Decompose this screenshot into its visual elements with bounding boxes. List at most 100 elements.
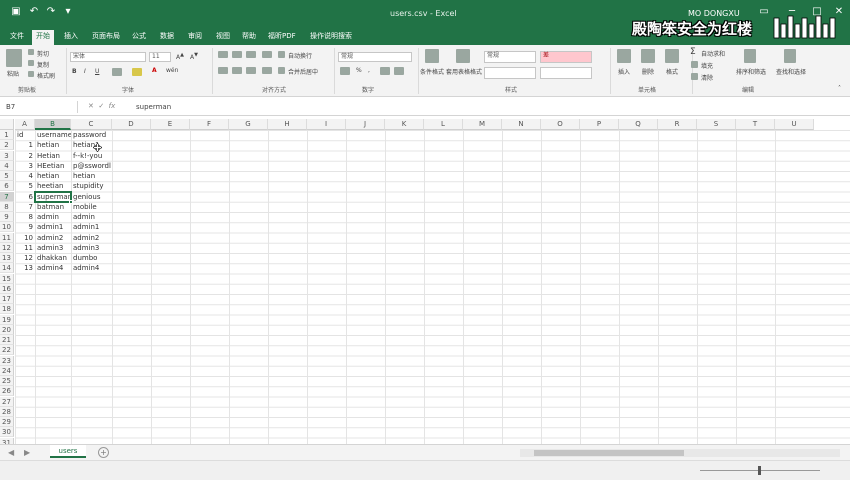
merge-center-button[interactable]: 合并后居中 <box>288 67 318 76</box>
column-header-c[interactable]: C <box>71 119 112 130</box>
currency-icon[interactable] <box>340 67 350 75</box>
cell-username[interactable]: admin3 <box>35 243 71 253</box>
table-format-icon[interactable] <box>456 49 470 63</box>
style-neutral[interactable] <box>484 67 536 79</box>
wrap-text-icon[interactable] <box>278 51 285 58</box>
column-header-d[interactable]: D <box>112 119 151 130</box>
tab-0[interactable]: 文件 <box>6 30 28 45</box>
row-header[interactable]: 19 <box>0 314 14 325</box>
tab-6[interactable]: 审阅 <box>184 30 206 45</box>
ribbon-display-icon[interactable]: ▭ <box>755 5 773 19</box>
row-header[interactable]: 27 <box>0 396 14 407</box>
row-header[interactable]: 16 <box>0 283 14 294</box>
name-box[interactable]: B7 <box>2 101 78 113</box>
user-name[interactable]: MO DONGXU <box>688 9 740 18</box>
sheet-tab-users[interactable]: users <box>50 445 86 458</box>
cell-password[interactable]: admin3 <box>71 243 112 253</box>
column-header-m[interactable]: M <box>463 119 502 130</box>
cell-id[interactable]: 12 <box>15 253 35 263</box>
cell-username[interactable]: admin4 <box>35 263 71 273</box>
column-header-f[interactable]: F <box>190 119 229 130</box>
cell-area[interactable]: id username password 1 hetian hetian1 2 Hetian f… <box>15 130 850 444</box>
column-header-o[interactable]: O <box>541 119 580 130</box>
borders-icon[interactable] <box>112 68 122 76</box>
style-good[interactable] <box>540 67 592 79</box>
phonetic-icon[interactable]: wén <box>166 67 178 74</box>
cell-id[interactable]: 4 <box>15 171 35 181</box>
format-cells-button[interactable]: 格式 <box>666 67 678 76</box>
cell-password[interactable]: genious <box>71 192 112 202</box>
cell-password[interactable]: mobile <box>71 202 112 212</box>
cancel-icon[interactable]: ✕ <box>88 102 94 110</box>
align-middle-icon[interactable] <box>232 51 242 58</box>
row-header[interactable]: 20 <box>0 324 14 335</box>
row-header[interactable]: 26 <box>0 386 14 397</box>
column-header-a[interactable]: A <box>15 119 35 130</box>
cell-id[interactable]: 10 <box>15 233 35 243</box>
column-header-q[interactable]: Q <box>619 119 658 130</box>
row-header[interactable]: 13 <box>0 253 14 263</box>
cell-username[interactable]: admin2 <box>35 233 71 243</box>
column-header-g[interactable]: G <box>229 119 268 130</box>
paste-button[interactable]: 粘贴 <box>7 69 19 78</box>
column-header-e[interactable]: E <box>151 119 190 130</box>
select-all-button[interactable] <box>0 119 14 130</box>
row-header[interactable]: 9 <box>0 212 14 222</box>
orientation-icon[interactable] <box>262 51 272 58</box>
table-format-button[interactable]: 套用表格格式 <box>446 67 482 76</box>
fill-button[interactable]: 填充 <box>701 61 713 70</box>
sort-filter-button[interactable]: 排序和筛选 <box>736 67 766 76</box>
collapse-ribbon-icon[interactable]: ˄ <box>838 85 841 92</box>
row-header[interactable]: 3 <box>0 150 14 161</box>
cell-id[interactable]: 8 <box>15 212 35 222</box>
fill-icon[interactable] <box>691 61 698 68</box>
align-bottom-icon[interactable] <box>246 51 256 58</box>
paste-icon[interactable] <box>6 49 22 67</box>
find-select-button[interactable]: 查找和选择 <box>776 67 806 76</box>
cell-password[interactable]: f--k!-you <box>71 151 112 161</box>
column-header-j[interactable]: J <box>346 119 385 130</box>
cell-username[interactable]: username <box>35 130 71 140</box>
cell-username[interactable]: admin1 <box>35 222 71 232</box>
row-header[interactable]: 18 <box>0 304 14 315</box>
find-select-icon[interactable] <box>784 49 796 63</box>
cell-username[interactable]: hetian <box>35 140 71 150</box>
style-normal[interactable]: 常规 <box>484 51 536 63</box>
tab-8[interactable]: 帮助 <box>238 30 260 45</box>
copy-button[interactable]: 复制 <box>37 60 49 69</box>
cell-id[interactable]: 9 <box>15 222 35 232</box>
horizontal-scrollbar[interactable] <box>520 449 840 457</box>
align-right-icon[interactable] <box>246 67 256 74</box>
column-header-b[interactable]: B <box>35 119 71 130</box>
cell-username[interactable]: admin <box>35 212 71 222</box>
cell-username[interactable]: HEetian <box>35 161 71 171</box>
tab-3[interactable]: 页面布局 <box>88 30 124 45</box>
cell-password[interactable]: hetian <box>71 171 112 181</box>
font-name-select[interactable]: 宋体 <box>70 52 146 62</box>
italic-icon[interactable]: I <box>84 68 86 75</box>
row-header[interactable]: 24 <box>0 365 14 376</box>
column-header-s[interactable]: S <box>697 119 736 130</box>
row-header[interactable]: 8 <box>0 201 14 212</box>
row-header[interactable]: 23 <box>0 355 14 366</box>
formula-input[interactable]: superman <box>136 101 171 113</box>
indent-icon[interactable] <box>262 67 272 74</box>
cell-username[interactable]: batman <box>35 202 71 212</box>
align-left-icon[interactable] <box>218 67 228 74</box>
undo-icon[interactable]: ↶ <box>28 6 40 18</box>
cell-id[interactable]: 7 <box>15 202 35 212</box>
format-painter-button[interactable]: 格式刷 <box>37 71 55 80</box>
cell-id[interactable]: id <box>15 130 35 140</box>
font-grow-icon[interactable]: A▲ <box>176 52 184 61</box>
cell-id[interactable]: 1 <box>15 140 35 150</box>
format-painter-icon[interactable] <box>28 71 34 77</box>
cell-password[interactable]: hetian1 <box>71 140 112 150</box>
cell-id[interactable]: 2 <box>15 151 35 161</box>
clear-icon[interactable] <box>691 73 698 80</box>
row-header[interactable]: 7 <box>0 191 14 202</box>
cell-username[interactable]: dhakkan <box>35 253 71 263</box>
row-header[interactable]: 14 <box>0 263 14 274</box>
add-sheet-button[interactable]: + <box>98 447 109 458</box>
cell-id[interactable]: 3 <box>15 161 35 171</box>
style-bad[interactable]: 差 <box>540 51 592 63</box>
